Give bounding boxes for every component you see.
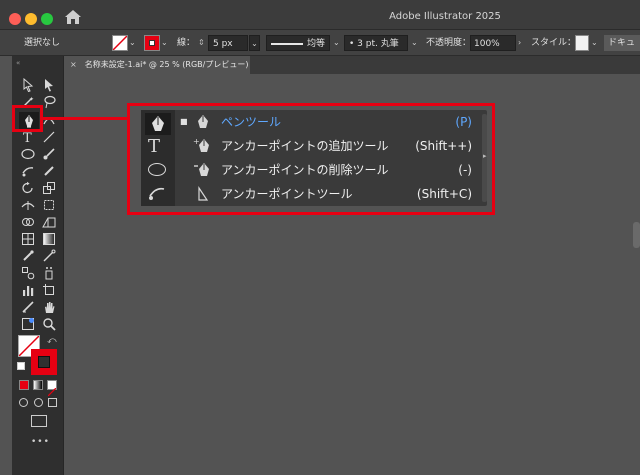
draw-normal-icon[interactable] (19, 398, 28, 407)
mesh-tool-icon[interactable] (20, 231, 36, 247)
highlight-connector-line (43, 117, 129, 120)
default-colors-icon[interactable] (17, 362, 25, 370)
no-fill-mode-icon[interactable] (47, 380, 57, 397)
ellipse-tool-icon[interactable] (20, 146, 36, 162)
stroke-label: 線： (177, 38, 196, 48)
flyout-highlight (127, 103, 495, 215)
selection-tool-icon[interactable] (20, 77, 36, 93)
style-dropdown-icon[interactable]: ⌄ (591, 35, 598, 51)
zoom-tool-icon[interactable] (41, 316, 57, 332)
selection-status: 選択なし (24, 38, 61, 48)
symbol-sprayer-tool-icon[interactable] (41, 265, 57, 281)
document-tab[interactable]: × 名称未設定-1.ai* @ 25 % (RGB/プレビュー) (64, 56, 250, 74)
column-graph-tool-icon[interactable] (20, 282, 36, 298)
screen-mode-icon[interactable] (31, 415, 47, 427)
draw-inside-icon[interactable] (48, 398, 57, 407)
scale-tool-icon[interactable] (41, 180, 57, 196)
hand-tool-icon[interactable] (41, 299, 57, 315)
curvature-tool-icon[interactable] (41, 112, 57, 128)
shape-builder-tool-icon[interactable] (20, 214, 36, 230)
draw-behind-icon[interactable] (34, 398, 43, 407)
profile-label: 均等 (307, 39, 326, 49)
free-transform-tool-icon[interactable] (41, 197, 57, 213)
measure-tool-icon[interactable] (41, 248, 57, 264)
direct-selection-tool-icon[interactable] (41, 77, 57, 93)
artboard-tool-icon[interactable] (41, 282, 57, 298)
profile-dropdown-icon[interactable]: ⌄ (333, 35, 340, 51)
close-tab-icon[interactable]: × (70, 60, 77, 69)
document-tab-title: 名称未設定-1.ai* @ 25 % (RGB/プレビュー) (84, 60, 249, 69)
svg-text:T: T (23, 131, 32, 144)
none-fill-icon (112, 35, 128, 51)
none-color-icon (47, 387, 57, 397)
stepper-icon[interactable]: ⇕ (198, 35, 205, 51)
width-tool-icon[interactable] (20, 197, 36, 213)
brush-dot-icon: • (349, 39, 358, 49)
stroke-weight-field[interactable]: 5 px (208, 35, 248, 51)
brush-definition[interactable]: • 3 pt. 丸筆 (344, 35, 408, 51)
eyedropper-tool-icon[interactable] (20, 248, 36, 264)
brush-dropdown-icon[interactable]: ⌄ (411, 35, 418, 51)
graphic-style-swatch[interactable] (575, 35, 589, 51)
style-label: スタイル： (531, 38, 577, 48)
pen-tool-highlight (12, 105, 43, 132)
shaper-tool-icon[interactable] (20, 163, 36, 179)
fill-dropdown-icon[interactable]: ⌄ (129, 35, 136, 51)
color-mode-icon[interactable] (19, 380, 29, 390)
gradient-mode-icon[interactable] (33, 380, 43, 390)
perspective-grid-tool-icon[interactable] (41, 214, 57, 230)
swap-fill-stroke-icon[interactable]: ⤺ (47, 336, 57, 346)
illustrator-window: Adobe Illustrator 2025 選択なし ⌄ ⌄ 線： ⇕ 5 p… (0, 0, 640, 475)
stroke-weight-dropdown-icon[interactable]: ⌄ (249, 35, 260, 51)
stroke-dropdown-icon[interactable]: ⌄ (161, 35, 168, 51)
document-setup-button[interactable]: ドキュ (604, 35, 640, 51)
pencil-tool-icon[interactable] (41, 163, 57, 179)
control-bar: 選択なし ⌄ ⌄ 線： ⇕ 5 px ⌄ 均等 ⌄ • 3 pt. 丸筆 ⌄ 不… (0, 30, 640, 56)
variable-width-profile[interactable]: 均等 (266, 35, 330, 51)
draw-mode-icon[interactable] (20, 316, 36, 332)
brush-label: 3 pt. 丸筆 (357, 39, 399, 49)
fill-swatch[interactable] (112, 35, 128, 51)
svg-text:✦: ✦ (29, 96, 34, 103)
title-bar: Adobe Illustrator 2025 (0, 0, 640, 30)
window-title: Adobe Illustrator 2025 (389, 11, 501, 22)
rotate-tool-icon[interactable] (20, 180, 36, 196)
vertical-scrollbar[interactable] (633, 222, 640, 248)
edit-toolbar-icon[interactable]: ••• (31, 437, 50, 447)
lasso-tool-icon[interactable] (41, 94, 57, 110)
document-tab-bar: × 名称未設定-1.ai* @ 25 % (RGB/プレビュー) (64, 56, 640, 74)
stroke-box-highlight (31, 349, 57, 375)
slice-tool-icon[interactable] (20, 299, 36, 315)
collapse-panel-icon[interactable]: « (16, 59, 20, 67)
stroke-swatch[interactable] (144, 35, 160, 51)
opacity-label[interactable]: 不透明度： (426, 35, 471, 51)
gradient-tool-icon[interactable] (41, 231, 57, 247)
opacity-field[interactable]: 100% (470, 35, 516, 51)
blend-tool-icon[interactable] (20, 265, 36, 281)
line-segment-tool-icon[interactable] (41, 129, 57, 145)
opacity-dropdown-icon[interactable]: › (518, 35, 521, 51)
paintbrush-tool-icon[interactable] (41, 146, 57, 162)
